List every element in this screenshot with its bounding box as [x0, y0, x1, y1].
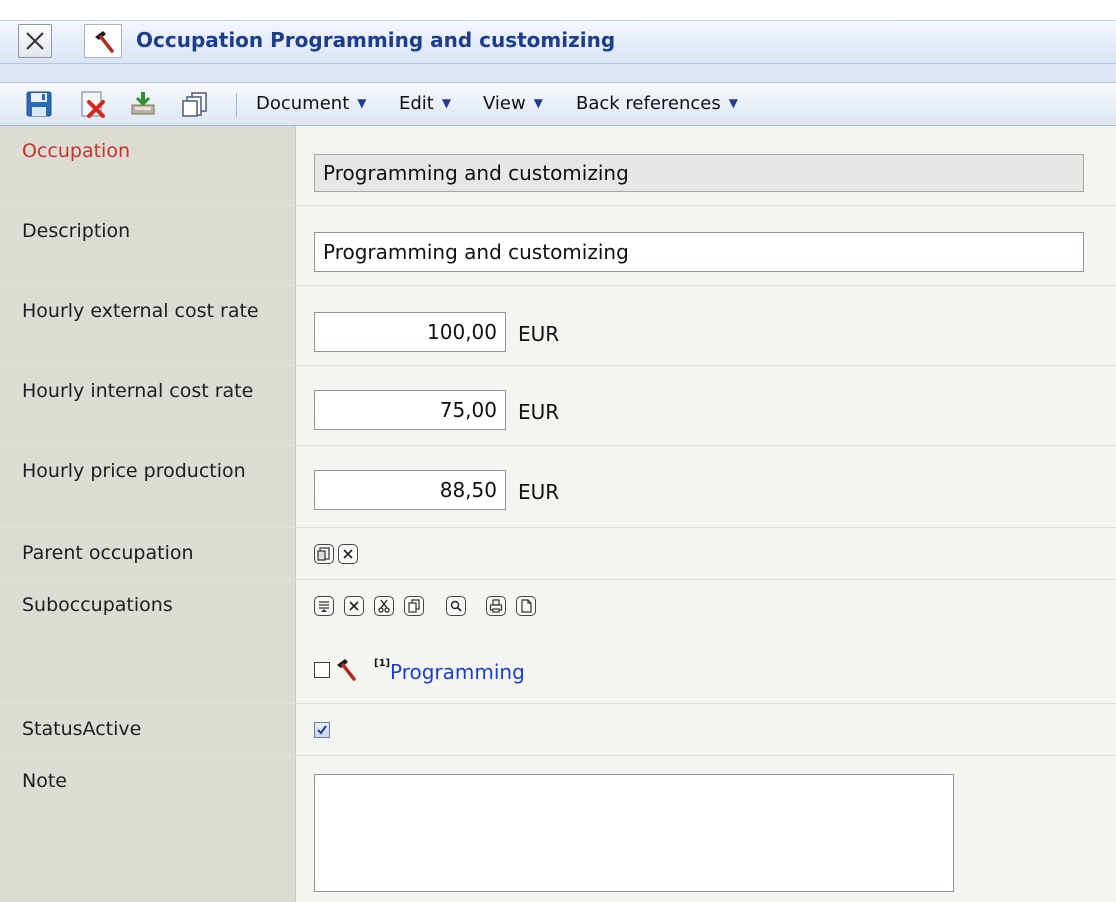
value-cell: [296, 528, 1116, 579]
value-cell: 75,00 EUR: [296, 366, 1116, 445]
chevron-down-icon: ▼: [357, 96, 367, 110]
label-cell: Occupation: [0, 126, 296, 205]
external-rate-unit: EUR: [518, 322, 560, 346]
toolbar: Document ▼ Edit ▼ View ▼ Back references ▼: [0, 82, 1116, 126]
note-textarea[interactable]: [314, 774, 954, 892]
copy-icon[interactable]: [180, 89, 210, 119]
menu-edit-label: Edit: [399, 93, 434, 114]
cut-icon[interactable]: [374, 596, 394, 616]
internal-rate-field[interactable]: 75,00: [314, 390, 506, 430]
label-cell: Hourly external cost rate: [0, 286, 296, 365]
label-cell: Hourly internal cost rate: [0, 366, 296, 445]
menu-view-label: View: [483, 93, 526, 114]
remove-icon[interactable]: [344, 596, 364, 616]
value-cell: Programming and customizing: [296, 126, 1116, 205]
copy-icon[interactable]: [404, 596, 424, 616]
value-cell: 88,50 EUR: [296, 446, 1116, 527]
delete-icon[interactable]: [78, 89, 108, 119]
row-external-rate: Hourly external cost rate 100,00 EUR: [0, 286, 1116, 366]
price-production-field[interactable]: 88,50: [314, 470, 506, 510]
price-production-unit: EUR: [518, 480, 560, 504]
row-parent-occupation: Parent occupation: [0, 528, 1116, 580]
save-icon[interactable]: [24, 89, 54, 119]
description-label: Description: [22, 220, 131, 242]
internal-rate-label: Hourly internal cost rate: [22, 380, 254, 402]
parent-occupation-label: Parent occupation: [22, 542, 194, 564]
external-rate-label: Hourly external cost rate: [22, 300, 259, 322]
label-cell: Description: [0, 206, 296, 285]
value-cell: [296, 704, 1116, 755]
window-titlebar: Occupation Programming and customizing: [0, 0, 1116, 82]
new-icon[interactable]: [516, 596, 536, 616]
checkmark-icon: [317, 725, 327, 735]
suboccupations-label: Suboccupations: [22, 594, 173, 616]
menu-view[interactable]: View ▼: [483, 93, 543, 114]
window-title: Occupation Programming and customizing: [136, 28, 616, 52]
value-cell: 100,00 EUR: [296, 286, 1116, 365]
occupation-form: Occupation Programming and customizing D…: [0, 126, 1116, 902]
suboccupation-badge: [1]: [374, 658, 391, 669]
status-active-checkbox[interactable]: [314, 722, 330, 738]
value-cell: Programming and customizing: [296, 206, 1116, 285]
description-field[interactable]: Programming and customizing: [314, 232, 1084, 272]
row-suboccupations: Suboccupations [1] Programming: [0, 580, 1116, 704]
menu-document-label: Document: [256, 93, 350, 114]
menu-edit[interactable]: Edit ▼: [399, 93, 451, 114]
search-icon[interactable]: [446, 596, 466, 616]
export-icon[interactable]: [128, 89, 158, 119]
occupation-label: Occupation: [22, 140, 130, 162]
status-active-label: StatusActive: [22, 718, 142, 740]
label-cell: Note: [0, 756, 296, 902]
row-note: Note: [0, 756, 1116, 902]
select-icon[interactable]: [314, 544, 334, 564]
row-status-active: StatusActive: [0, 704, 1116, 756]
value-cell: [1] Programming: [296, 580, 1116, 703]
label-cell: Hourly price production: [0, 446, 296, 527]
external-rate-field[interactable]: 100,00: [314, 312, 506, 352]
chevron-down-icon: ▼: [728, 96, 738, 110]
print-icon[interactable]: [486, 596, 506, 616]
row-internal-rate: Hourly internal cost rate 75,00 EUR: [0, 366, 1116, 446]
close-button[interactable]: [18, 24, 52, 58]
label-cell: StatusActive: [0, 704, 296, 755]
label-cell: Suboccupations: [0, 580, 296, 703]
value-cell: [296, 756, 1116, 902]
label-cell: Parent occupation: [0, 528, 296, 579]
price-production-label: Hourly price production: [22, 460, 246, 482]
menu-back-references-label: Back references: [576, 93, 721, 114]
internal-rate-unit: EUR: [518, 400, 560, 424]
suboccupation-link[interactable]: Programming: [390, 660, 525, 684]
menu-document[interactable]: Document ▼: [256, 93, 367, 114]
list-icon[interactable]: [314, 596, 334, 616]
hammer-icon: [84, 24, 122, 58]
row-occupation: Occupation Programming and customizing: [0, 126, 1116, 206]
suboccupation-checkbox[interactable]: [314, 662, 330, 678]
hammer-icon: [337, 659, 356, 681]
occupation-field[interactable]: Programming and customizing: [314, 154, 1084, 192]
note-label: Note: [22, 770, 67, 792]
row-description: Description Programming and customizing: [0, 206, 1116, 286]
clear-icon[interactable]: [338, 544, 358, 564]
chevron-down-icon: ▼: [533, 96, 543, 110]
row-price-production: Hourly price production 88,50 EUR: [0, 446, 1116, 528]
close-icon: [26, 32, 44, 50]
toolbar-separator: [236, 93, 237, 117]
menu-back-references[interactable]: Back references ▼: [576, 93, 738, 114]
chevron-down-icon: ▼: [441, 96, 452, 110]
